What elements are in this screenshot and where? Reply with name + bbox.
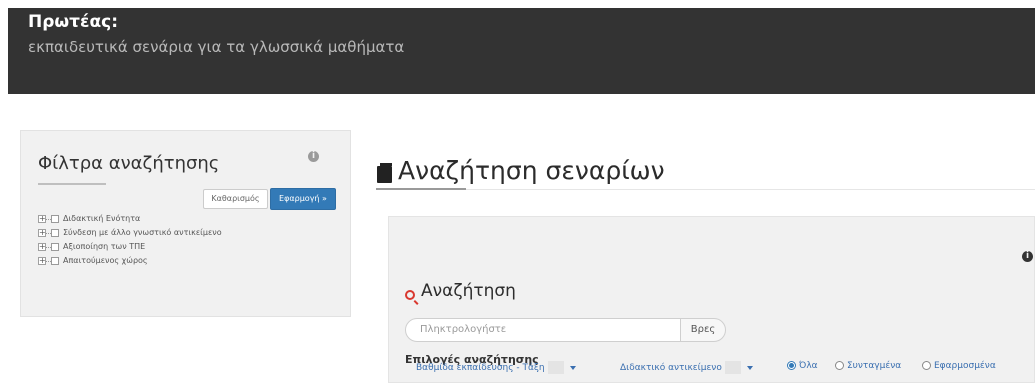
- radio-label: Εφαρμοσμένα: [934, 361, 996, 371]
- book-icon: [377, 163, 392, 183]
- radio-applied[interactable]: Εφαρμοσμένα: [922, 361, 996, 371]
- chevron-down-icon[interactable]: [569, 365, 576, 370]
- tree-item-label: Αξιοποίηση των ΤΠΕ: [63, 242, 146, 251]
- site-header: Πρωτέας: εκπαιδευτικά σενάρια για τα γλω…: [8, 8, 1035, 94]
- expand-icon[interactable]: +: [38, 257, 46, 265]
- search-button[interactable]: Βρες: [680, 318, 726, 342]
- page-title: Αναζήτηση σεναρίων: [398, 156, 665, 185]
- radio-label: Συνταγμένα: [847, 361, 902, 371]
- tree-checkbox[interactable]: [51, 243, 59, 251]
- filters-title: Φίλτρα αναζήτησης: [38, 153, 220, 174]
- top-strip: [0, 0, 1035, 8]
- tree-item-label: Διδακτική Ενότητα: [63, 214, 141, 223]
- title-divider-accent: [376, 188, 466, 190]
- expand-icon[interactable]: +: [38, 243, 46, 251]
- subject-select-label: Διδακτικό αντικείμενο: [620, 363, 722, 373]
- chevron-down-icon[interactable]: [746, 365, 753, 370]
- search-heading: Αναζήτηση: [421, 281, 516, 301]
- expand-icon[interactable]: +: [38, 229, 46, 237]
- radio-button[interactable]: [922, 361, 931, 370]
- site-subtitle: εκπαιδευτικά σενάρια για τα γλωσσικά μαθ…: [28, 38, 405, 56]
- clear-button[interactable]: Καθαρισμός: [203, 189, 268, 209]
- search-icon: [405, 290, 415, 300]
- select-box[interactable]: [547, 361, 564, 374]
- site-title[interactable]: Πρωτέας:: [28, 12, 118, 32]
- filters-panel: Φίλτρα αναζήτησης i Καθαρισμός Εφαρμογή …: [20, 130, 351, 317]
- grade-select-label: Βαθμίδα εκπαίδευσης - Τάξη: [416, 363, 545, 373]
- tree-item-label: Απαιτούμενος χώρος: [63, 256, 148, 265]
- radio-all[interactable]: Όλα: [787, 361, 818, 371]
- info-icon[interactable]: i: [308, 151, 319, 162]
- radio-composed[interactable]: Συνταγμένα: [835, 361, 901, 371]
- grade-select[interactable]: Βαθμίδα εκπαίδευσης - Τάξη: [416, 361, 576, 374]
- search-panel: i Αναζήτηση Πληκτρολογήστε Βρες Επιλογές…: [388, 216, 1035, 383]
- title-divider: [376, 189, 1035, 190]
- radio-button[interactable]: [787, 361, 796, 370]
- apply-button[interactable]: Εφαρμογή »: [270, 188, 336, 210]
- tree-item-label: Σύνδεση με άλλο γνωστικό αντικείμενο: [63, 228, 222, 237]
- select-box[interactable]: [724, 361, 741, 374]
- radio-button[interactable]: [835, 361, 844, 370]
- search-input[interactable]: Πληκτρολογήστε: [405, 318, 681, 342]
- tree-checkbox[interactable]: [51, 229, 59, 237]
- radio-label: Όλα: [799, 361, 818, 371]
- info-icon[interactable]: i: [1022, 251, 1033, 262]
- subject-select[interactable]: Διδακτικό αντικείμενο: [620, 361, 753, 374]
- expand-icon[interactable]: +: [38, 215, 46, 223]
- tree-checkbox[interactable]: [51, 215, 59, 223]
- tree-checkbox[interactable]: [51, 257, 59, 265]
- filters-title-underline: [38, 183, 106, 185]
